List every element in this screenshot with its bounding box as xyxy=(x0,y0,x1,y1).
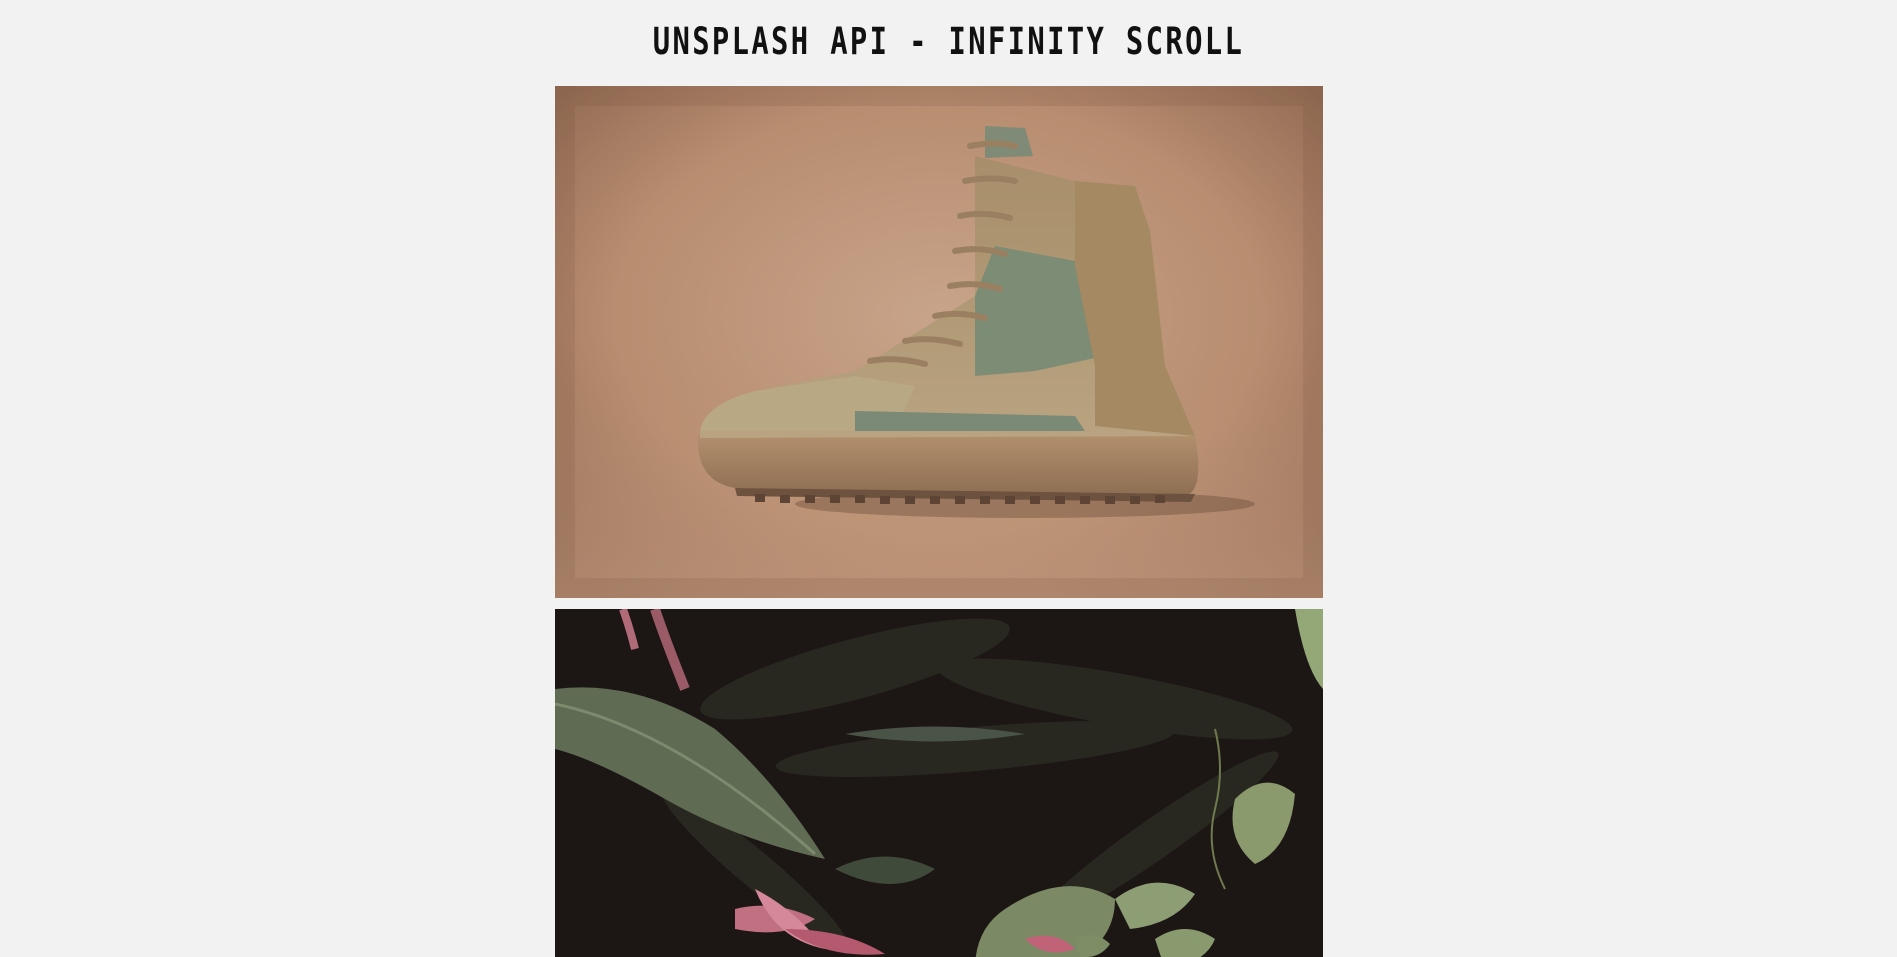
photo-card[interactable] xyxy=(555,609,1323,957)
boot-photo xyxy=(555,86,1323,598)
photo-card[interactable] xyxy=(555,86,1323,598)
plant-photo xyxy=(555,609,1323,957)
page-title: UNSPLASH API - INFINITY SCROLL xyxy=(652,20,1245,63)
image-feed[interactable] xyxy=(555,86,1323,957)
page: UNSPLASH API - INFINITY SCROLL xyxy=(0,0,1897,957)
